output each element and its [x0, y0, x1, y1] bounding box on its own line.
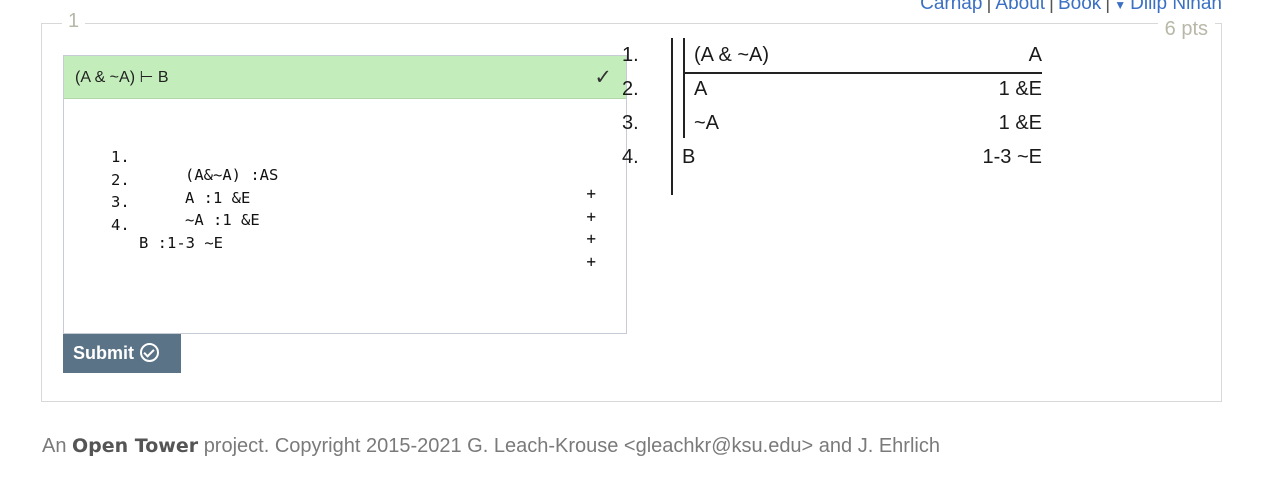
code-line-text[interactable]: B :1-3 ~E	[139, 234, 223, 252]
submit-label: Submit	[73, 343, 134, 363]
exercise-points: 6 pts	[1157, 18, 1215, 41]
proof-line: 1. (A & ~A) A	[622, 38, 1042, 72]
code-line[interactable]: 4. B :1-3 ~E +	[64, 198, 626, 271]
proof-formula: B	[682, 146, 696, 168]
add-line-button[interactable]: +	[586, 252, 596, 271]
proof-code-area[interactable]: 1. (A&~A) :AS + 2. A :1 &E + 3. ~A :1 &E…	[64, 130, 626, 271]
checkmark-icon: ✓	[594, 66, 612, 89]
proof-justification: 1 &E	[998, 78, 1042, 100]
proof-line-number: 2.	[622, 78, 639, 100]
nav-separator: |	[1105, 0, 1111, 14]
submit-check-circle-icon	[140, 343, 159, 362]
proof-line-number: 1.	[622, 44, 639, 66]
proof-justification: 1-3 ~E	[982, 146, 1042, 168]
proof-editor[interactable]: (A & ~A) ⊢ B ✓ 1. (A&~A) :AS + 2. A :1 &…	[63, 55, 627, 334]
code-line-number: 4.	[111, 215, 130, 234]
nav-separator: |	[986, 0, 992, 14]
page-footer: An Open Tower project. Copyright 2015-20…	[42, 435, 940, 458]
nav-separator: |	[1049, 0, 1054, 14]
proof-formula: (A & ~A)	[694, 44, 770, 66]
nav-link-about[interactable]: About	[995, 0, 1045, 14]
proof-justification: A	[1028, 44, 1042, 66]
proof-formula: A	[694, 78, 708, 100]
submit-button[interactable]: Submit	[63, 334, 181, 373]
sequent-header: (A & ~A) ⊢ B ✓	[64, 56, 626, 99]
footer-brand-link[interactable]: Open Tower	[72, 435, 198, 457]
add-line-button[interactable]: +	[586, 229, 596, 248]
exercise-number: 1	[62, 10, 86, 33]
caret-down-icon[interactable]: ▼	[1114, 0, 1126, 12]
nav-link-carnap[interactable]: Carnap	[920, 0, 982, 14]
proof-formula: ~A	[694, 112, 720, 134]
footer-prefix: An	[42, 435, 67, 457]
code-line[interactable]: 1. (A&~A) :AS +	[64, 130, 626, 203]
rendered-proof: 1. (A & ~A) A 2. A 1 &E 3. ~A 1 &E 4. B …	[622, 36, 1042, 195]
proof-line-number: 3.	[622, 112, 639, 134]
footer-copyright: project. Copyright 2015-2021 G. Leach-Kr…	[203, 435, 940, 457]
code-line[interactable]: 3. ~A :1 &E +	[64, 175, 626, 248]
proof-justification: 1 &E	[998, 112, 1042, 134]
sequent-text: (A & ~A) ⊢ B	[75, 69, 169, 86]
proof-line: 2. A 1 &E	[622, 72, 1042, 106]
code-line[interactable]: 2. A :1 &E +	[64, 153, 626, 226]
proof-line: 4. B 1-3 ~E	[622, 140, 1042, 174]
proof-line-number: 4.	[622, 146, 639, 168]
proof-line: 3. ~A 1 &E	[622, 106, 1042, 140]
nav-link-book[interactable]: Book	[1058, 0, 1101, 14]
user-menu[interactable]: Dilip Ninan	[1130, 0, 1222, 14]
top-navigation: Carnap | About | Book | ▼ Dilip Ninan	[920, 0, 1222, 15]
